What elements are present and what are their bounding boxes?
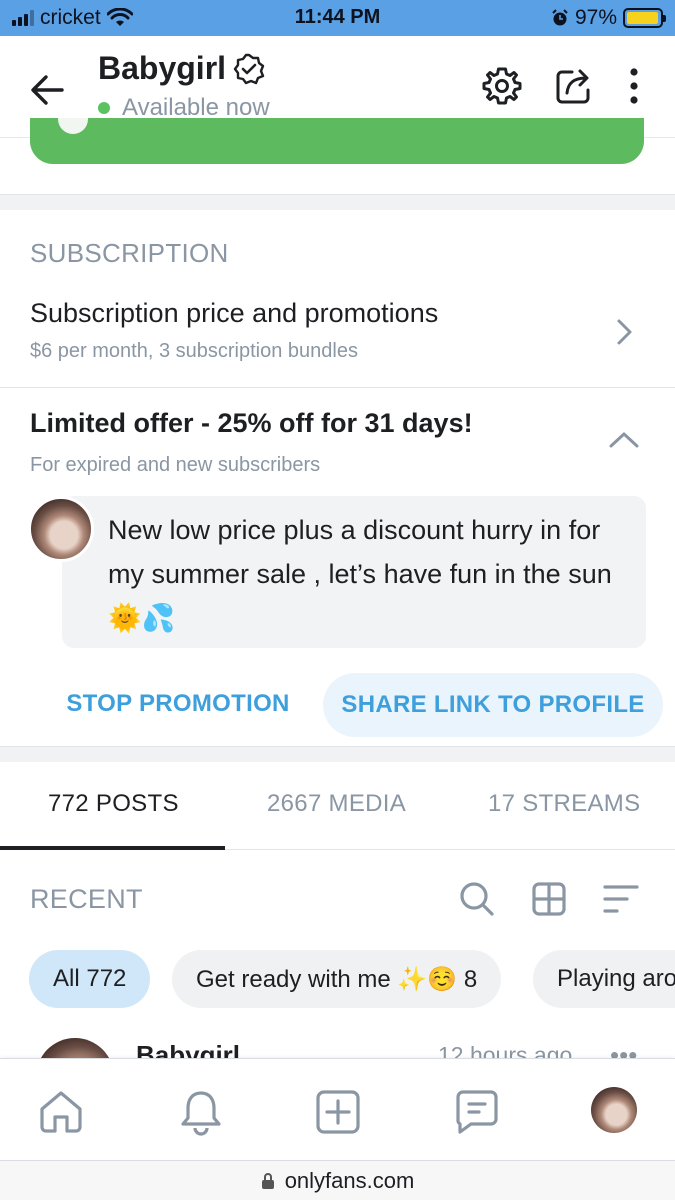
home-icon[interactable] — [36, 1087, 86, 1137]
recent-title: RECENT — [30, 884, 143, 914]
post-preview[interactable]: Babygirl 12 hours ago ••• — [0, 1032, 675, 1060]
alarm-icon — [552, 9, 568, 26]
url-text: onlyfans.com — [284, 1167, 415, 1193]
subscription-row-title: Subscription price and promotions — [30, 298, 439, 328]
verified-icon — [233, 53, 265, 84]
avatar — [28, 496, 94, 562]
chevron-up-icon[interactable] — [606, 426, 642, 454]
status-bar: cricket 11:44 PM 97% — [0, 0, 675, 36]
share-link-button[interactable]: SHARE LINK TO PROFILE — [323, 673, 663, 737]
chip-all[interactable]: All 772 — [29, 950, 151, 1008]
profile-name-text: Babygirl — [98, 50, 227, 86]
tab-posts[interactable]: 772 POSTS — [48, 790, 179, 818]
promotion-subtitle: For expired and new subscribers — [30, 454, 321, 476]
chip-get-ready[interactable]: Get ready with me ✨☺️ 8 — [172, 950, 502, 1008]
browser-url-bar[interactable]: onlyfans.com — [0, 1160, 675, 1200]
grid-icon[interactable] — [530, 880, 568, 918]
promotion-message: New low price plus a discount hurry in f… — [108, 515, 612, 633]
search-icon[interactable] — [456, 878, 498, 920]
plus-square-icon[interactable] — [313, 1087, 363, 1137]
subscription-row-sub: $6 per month, 3 subscription bundles — [30, 340, 358, 362]
active-tab-indicator — [0, 846, 225, 850]
battery-percent: 97% — [574, 6, 617, 29]
profile-tabs: 772 POSTS 2667 MEDIA 17 STREAMS — [0, 762, 675, 850]
promotion-title: Limited offer - 25% off for 31 days! — [30, 408, 473, 438]
subscription-price-row[interactable]: Subscription price and promotions $6 per… — [0, 290, 675, 386]
promotion-header[interactable]: Limited offer - 25% off for 31 days! For… — [0, 400, 675, 484]
promotion-message-bubble: New low price plus a discount hurry in f… — [62, 496, 646, 648]
section-separator — [0, 194, 675, 210]
sort-icon[interactable] — [602, 882, 640, 916]
more-icon[interactable]: ••• — [610, 1040, 637, 1060]
online-dot — [98, 102, 110, 114]
gear-icon[interactable] — [480, 64, 524, 108]
back-arrow-icon[interactable] — [24, 66, 72, 114]
post-author: Babygirl — [136, 1040, 241, 1060]
avatar[interactable] — [591, 1087, 637, 1133]
tab-media[interactable]: 2667 MEDIA — [267, 790, 406, 818]
chevron-right-icon — [617, 319, 632, 345]
section-separator — [0, 746, 675, 762]
chip-playing[interactable]: Playing aro — [533, 950, 675, 1008]
battery-icon — [623, 8, 666, 28]
stop-promotion-button[interactable]: STOP PROMOTION — [40, 674, 316, 734]
more-icon[interactable] — [612, 64, 656, 108]
green-action-bar[interactable] — [30, 118, 644, 164]
tab-streams[interactable]: 17 STREAMS — [488, 790, 640, 818]
status-right: 97% — [551, 6, 666, 30]
lock-icon — [261, 1172, 274, 1189]
profile-name: Babygirl — [98, 50, 266, 87]
subscription-section-title: SUBSCRIPTION — [30, 238, 229, 268]
share-icon[interactable] — [552, 64, 596, 108]
avatar — [36, 1038, 114, 1060]
bell-icon[interactable] — [176, 1087, 226, 1137]
green-bar-knob — [58, 118, 88, 134]
divider — [0, 387, 675, 388]
bottom-nav — [0, 1058, 675, 1160]
chat-icon[interactable] — [452, 1087, 502, 1137]
